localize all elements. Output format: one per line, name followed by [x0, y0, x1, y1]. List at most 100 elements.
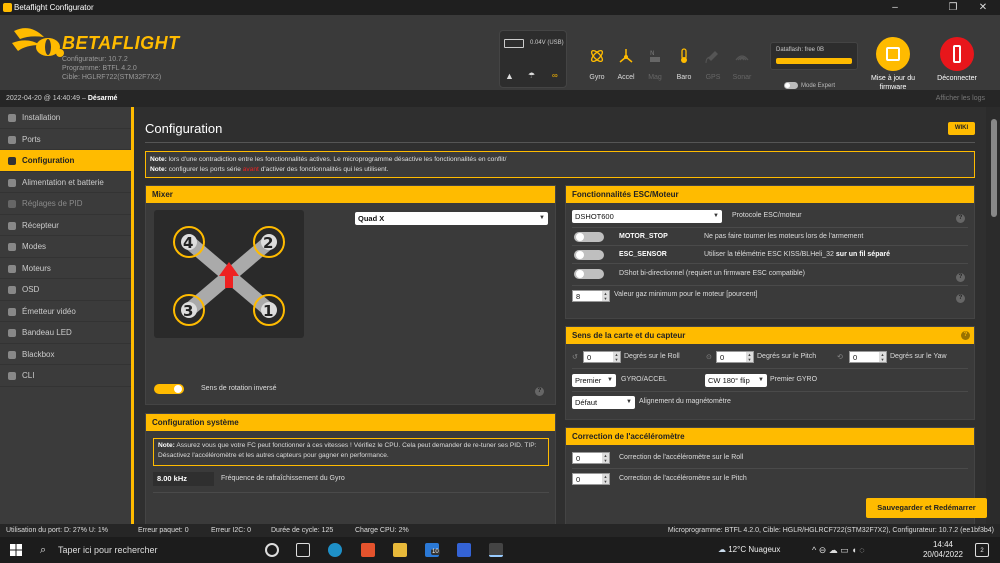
sidebar-item-configuration[interactable]: Configuration — [0, 150, 131, 172]
min-throttle-input[interactable]: 8 ▲ ▼ — [572, 290, 610, 302]
spinner-icon[interactable]: ▲ ▼ — [613, 352, 620, 362]
gear-icon — [8, 157, 16, 165]
board-alignment-panel: Sens de la carte et du capteur? ↺ 0 ▲ ▼ De… — [565, 326, 975, 420]
edge-icon[interactable] — [328, 543, 342, 557]
sidebar-nav: Installation Ports Configuration Alimentati… — [0, 107, 131, 524]
mail-icon[interactable]: 10 — [425, 543, 440, 557]
spinner-icon[interactable]: ▲ ▼ — [602, 291, 609, 301]
taskbar-search-placeholder: Taper ici pour rechercher — [58, 545, 158, 555]
expert-mode-toggle[interactable]: Mode Expert — [784, 82, 835, 89]
sensor-gps: GPS — [699, 30, 727, 88]
spinner-icon[interactable]: ▲ ▼ — [602, 453, 609, 463]
status-separator: – — [82, 95, 86, 102]
help-icon[interactable]: ? — [956, 294, 965, 303]
min-throttle-value: 8 — [576, 292, 581, 301]
baro-icon — [681, 48, 687, 63]
sidebar-item-cli[interactable]: CLI — [0, 365, 131, 387]
main-scrollbar[interactable] — [988, 107, 1000, 524]
gyro-alignment-label: Premier GYRO — [770, 376, 818, 383]
system-note-text: Assurez vous que votre FC peut fonctionn… — [158, 442, 537, 459]
dshot-bidir-label: DShot bi-directionnel (requiert un firmw… — [619, 270, 805, 277]
mag-alignment-label: Alignement du magnétomètre — [639, 398, 731, 405]
note2-label: Note: — [150, 166, 167, 173]
save-reboot-button[interactable]: Sauvegarder et Redémarrer — [866, 498, 987, 518]
mixer-type-select[interactable]: Quad X ▼ — [355, 212, 548, 225]
update-firmware-button[interactable]: Mise à jour du firmware — [858, 37, 928, 92]
sidebar-item-blackbox[interactable]: Blackbox — [0, 344, 131, 365]
configurator-version: Configurateur: 10.7.2 — [62, 56, 128, 63]
gyro-frequency-select[interactable]: 8.00 kHz — [153, 472, 214, 486]
gyro-icon — [590, 49, 604, 63]
board-roll-input[interactable]: 0 ▲ ▼ — [583, 351, 621, 363]
help-icon[interactable]: ? — [956, 214, 965, 223]
help-icon[interactable]: ? — [956, 273, 965, 282]
scrollbar-thumb[interactable] — [991, 119, 997, 217]
sidebar-item-r-glages-de-pid[interactable]: Réglages de PID — [0, 193, 131, 215]
help-icon[interactable]: ? — [535, 387, 544, 396]
acc-pitch-input[interactable]: 0 ▲ ▼ — [572, 473, 610, 485]
maximize-button[interactable]: ❐ — [938, 0, 968, 15]
esc-sensor-toggle[interactable] — [574, 250, 604, 260]
sidebar-item-moteurs[interactable]: Moteurs — [0, 258, 131, 279]
esc-sensor-label: ESC_SENSOR — [619, 251, 667, 258]
reverse-motors-label: Sens de rotation inversé — [201, 385, 277, 392]
acc-roll-input[interactable]: 0 ▲ ▼ — [572, 452, 610, 464]
windows-start-icon[interactable] — [10, 544, 22, 556]
wiki-button[interactable]: WIKI — [948, 122, 975, 135]
search-icon: ⌕ — [40, 544, 47, 556]
sidebar-item--metteur-vid-o[interactable]: Émetteur vidéo — [0, 301, 131, 322]
spinner-icon[interactable]: ▲ ▼ — [879, 352, 886, 362]
note2-text-b: d'activer des fonctionnalités qui les ut… — [260, 166, 389, 173]
gyro-alignment-value: CW 180° flip — [708, 376, 750, 385]
sidebar-item-label: Modes — [22, 242, 47, 251]
sidebar-item-installation[interactable]: Installation — [0, 107, 131, 129]
motor-stop-toggle[interactable] — [574, 232, 604, 242]
title-divider — [145, 142, 975, 143]
sidebar-item-r-cepteur[interactable]: Récepteur — [0, 215, 131, 236]
taskbar-search[interactable]: ⌕ Taper ici pour rechercher — [32, 537, 252, 563]
spinner-icon[interactable]: ▲ ▼ — [746, 352, 753, 362]
board-pitch-input[interactable]: 0 ▲ ▼ — [716, 351, 754, 363]
sidebar-item-alimentation-et-batterie[interactable]: Alimentation et batterie — [0, 172, 131, 193]
weather-widget[interactable]: ☁ 12°C Nuageux — [718, 537, 780, 563]
expert-mode-switch[interactable] — [784, 82, 798, 89]
plug-icon — [8, 135, 16, 144]
app-header: BETAFLIGHT Configurateur: 10.7.2 Program… — [0, 15, 1000, 92]
disconnect-button[interactable]: Déconnecter — [922, 37, 992, 83]
app-icon[interactable] — [457, 543, 471, 557]
sidebar-item-ports[interactable]: Ports — [0, 129, 131, 150]
brave-icon[interactable] — [361, 543, 375, 557]
mag-alignment-select[interactable]: Défaut ▼ — [572, 396, 635, 409]
clock[interactable]: 14:44 20/04/2022 — [918, 537, 968, 563]
gyro-select[interactable]: Premier ▼ — [572, 374, 616, 387]
modes-icon — [8, 243, 16, 251]
dshot-bidir-toggle[interactable] — [574, 269, 604, 279]
quad-x-diagram: 4 2 3 1 — [173, 226, 285, 326]
board-yaw-label: Degrés sur le Yaw — [890, 353, 947, 360]
spinner-icon[interactable]: ▲ ▼ — [602, 474, 609, 484]
task-view-icon[interactable] — [296, 543, 310, 557]
esc-protocol-select[interactable]: DSHOT600 ▼ — [572, 210, 722, 223]
notification-icon[interactable]: 2 — [975, 543, 989, 557]
gyro-alignment-select[interactable]: CW 180° flip ▼ — [705, 374, 767, 387]
reverse-motors-toggle[interactable] — [154, 384, 184, 394]
help-icon[interactable]: ? — [961, 331, 970, 340]
betaflight-taskbar-icon[interactable] — [489, 543, 503, 557]
close-window-button[interactable]: ✕ — [968, 0, 998, 15]
port-usage: Utilisation du port: D: 27% U: 1% — [6, 527, 108, 534]
cpu-load: Charge CPU: 2% — [355, 527, 409, 534]
cortana-icon[interactable] — [265, 543, 279, 557]
tray-icons[interactable]: ^ ⊖ ☁ ▭ ◖ ◌ — [812, 537, 865, 563]
file-explorer-icon[interactable] — [393, 543, 407, 557]
sidebar-item-bandeau-led[interactable]: Bandeau LED — [0, 322, 131, 344]
video-tx-icon — [8, 307, 16, 316]
show-logs-link[interactable]: Afficher les logs — [936, 90, 985, 107]
parachute-icon: ☂ — [528, 71, 536, 80]
clock-date: 20/04/2022 — [922, 550, 964, 559]
chevron-down-icon: ▼ — [539, 215, 545, 221]
sidebar-item-modes[interactable]: Modes — [0, 236, 131, 258]
minimize-button[interactable]: – — [880, 0, 910, 15]
weather-text: 12°C Nuageux — [728, 545, 781, 554]
sidebar-item-osd[interactable]: OSD — [0, 279, 131, 301]
board-yaw-input[interactable]: 0 ▲ ▼ — [849, 351, 887, 363]
